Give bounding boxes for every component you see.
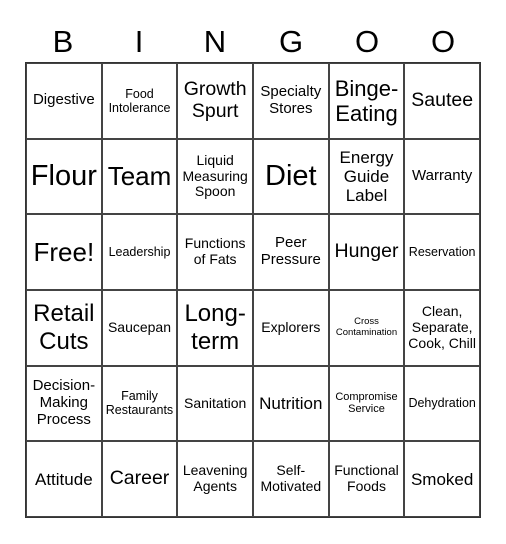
- header-letter: N: [203, 24, 227, 59]
- bingo-cell[interactable]: Growth Spurt: [177, 63, 253, 139]
- bingo-cell[interactable]: Saucepan: [101, 289, 178, 366]
- bingo-cell[interactable]: Food Intolerance: [101, 63, 178, 139]
- bingo-cell[interactable]: Decision-Making Process: [26, 365, 102, 442]
- bingo-cell[interactable]: Functions of Fats: [177, 214, 253, 290]
- bingo-cell[interactable]: Liquid Measuring Spoon: [177, 138, 253, 215]
- bingo-cell[interactable]: Leadership: [101, 214, 178, 290]
- free-space[interactable]: Free!: [26, 214, 102, 290]
- bingo-cell[interactable]: Long-term: [177, 289, 253, 366]
- bingo-cell[interactable]: Smoked: [404, 441, 480, 517]
- bingo-cell[interactable]: Family Restaurants: [101, 365, 178, 442]
- bingo-cell[interactable]: Cross Contamination: [328, 289, 405, 366]
- bingo-cell[interactable]: Career: [101, 441, 178, 517]
- bingo-cell[interactable]: Peer Pressure: [252, 214, 329, 290]
- bingo-cell[interactable]: Leavening Agents: [177, 441, 253, 517]
- header-letter: I: [134, 24, 144, 59]
- bingo-cell[interactable]: Sanitation: [177, 365, 253, 442]
- bingo-cell[interactable]: Team: [101, 138, 178, 215]
- bingo-cell[interactable]: Nutrition: [252, 365, 329, 442]
- bingo-cell[interactable]: Binge-Eating: [328, 63, 405, 139]
- bingo-cell[interactable]: Warranty: [404, 138, 480, 215]
- bingo-cell[interactable]: Flour: [26, 138, 102, 215]
- bingo-cell[interactable]: Retail Cuts: [26, 289, 102, 366]
- bingo-header: B I N G O O: [25, 22, 481, 62]
- bingo-cell[interactable]: Hunger: [328, 214, 405, 290]
- bingo-cell[interactable]: Self-Motivated: [252, 441, 329, 517]
- header-letter: O: [430, 24, 456, 59]
- bingo-cell[interactable]: Reservation: [404, 214, 480, 290]
- header-letter: G: [278, 24, 304, 59]
- header-letter: O: [354, 24, 380, 59]
- bingo-cell[interactable]: Specialty Stores: [252, 63, 329, 139]
- bingo-cell[interactable]: Digestive: [26, 63, 102, 139]
- header-letter: B: [52, 24, 74, 59]
- bingo-cell[interactable]: Explorers: [252, 289, 329, 366]
- bingo-cell[interactable]: Compromise Service: [328, 365, 405, 442]
- bingo-cell[interactable]: Dehydration: [404, 365, 480, 442]
- bingo-cell[interactable]: Energy Guide Label: [328, 138, 405, 215]
- bingo-cell[interactable]: Functional Foods: [328, 441, 405, 517]
- bingo-grid: Digestive Food Intolerance Growth Spurt …: [25, 62, 481, 518]
- bingo-cell[interactable]: Sautee: [404, 63, 480, 139]
- bingo-cell[interactable]: Attitude: [26, 441, 102, 517]
- bingo-cell[interactable]: Clean, Separate, Cook, Chill: [404, 289, 480, 366]
- bingo-cell[interactable]: Diet: [252, 138, 329, 215]
